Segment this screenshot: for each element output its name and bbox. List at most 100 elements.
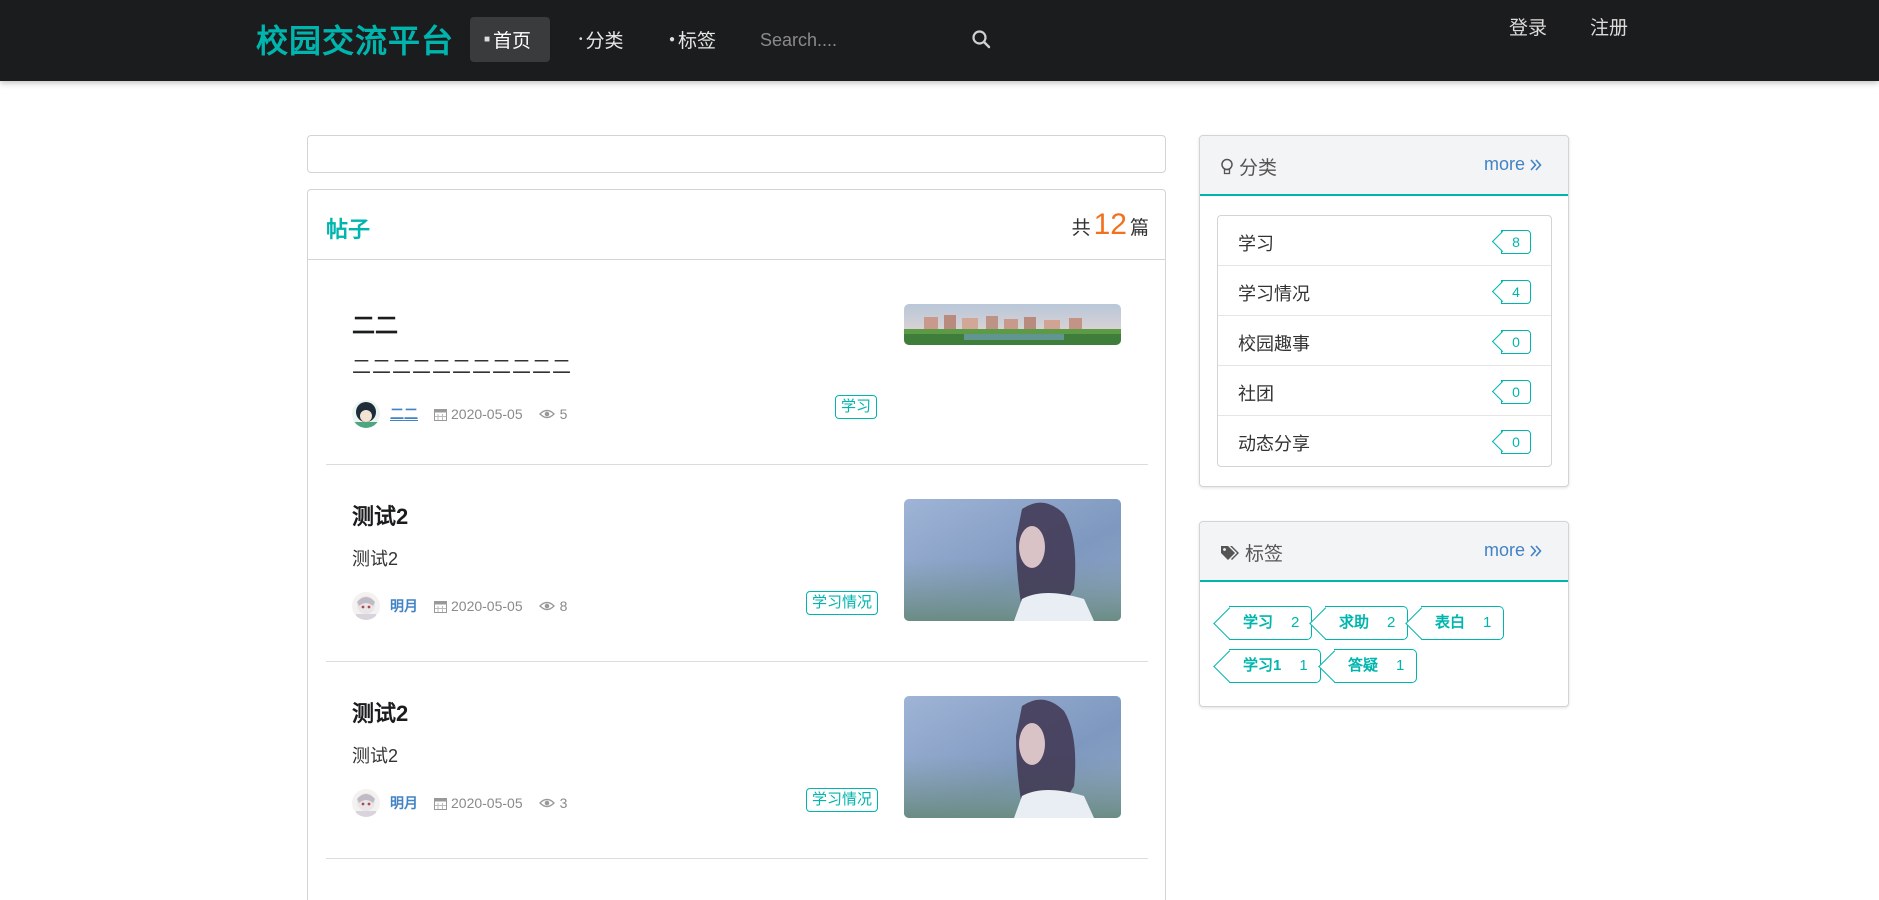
tag-panel-title-text: 标签	[1245, 544, 1284, 565]
category-count: 0	[1512, 434, 1520, 450]
post-meta: 二二 2020-05-05 5	[352, 400, 567, 428]
top-navbar: 校园交流平台 ■ 首页 • 分类 ● 标签 登录 注册	[0, 0, 1879, 81]
post-category-tag[interactable]: 学习情况	[806, 591, 879, 615]
double-chevron-right-icon	[1530, 158, 1542, 171]
tag-name: 表白	[1435, 614, 1466, 631]
category-count-badge: 4	[1501, 280, 1531, 304]
category-count-badge: 8	[1501, 230, 1531, 254]
category-item[interactable]: 动态分享 0	[1218, 416, 1551, 466]
posts-count-prefix: 共	[1071, 218, 1091, 239]
notice-bar	[307, 135, 1166, 173]
eye-icon	[538, 409, 555, 419]
post-description: 二二二二二二二二二二二	[352, 357, 573, 378]
posts-count-number: 12	[1093, 208, 1127, 241]
category-count-badge: 0	[1501, 330, 1531, 354]
post-author[interactable]: 明月	[390, 793, 418, 813]
tag-chip[interactable]: 求助 2	[1325, 606, 1409, 640]
post-item[interactable]: 测试2 测试2 明月 2020-05-05 3 学习情况	[326, 662, 1148, 859]
nav-category[interactable]: • 分类	[565, 17, 638, 62]
post-meta: 明月 2020-05-05 3	[352, 789, 567, 817]
tag-count: 2	[1291, 614, 1300, 631]
category-item[interactable]: 学习情况 4	[1218, 266, 1551, 316]
category-name: 学习	[1238, 234, 1274, 254]
post-author[interactable]: 明月	[390, 596, 418, 616]
search-input[interactable]	[760, 24, 990, 56]
double-chevron-right-icon	[1530, 544, 1542, 557]
post-date: 2020-05-05	[451, 598, 523, 614]
post-title[interactable]: 测试2	[352, 696, 408, 728]
post-category-tag[interactable]: 学习情况	[806, 788, 879, 812]
tag-name: 答疑	[1348, 657, 1379, 674]
post-title[interactable]: 测试2	[352, 499, 408, 531]
category-panel: 分类 more 学习 8 学习情况 4 校园趣事 0 社团 0 动态分享 0	[1199, 135, 1569, 487]
home-icon: ■	[484, 34, 491, 45]
post-thumbnail[interactable]	[904, 696, 1121, 818]
eye-icon	[538, 601, 555, 611]
brand-logo[interactable]: 校园交流平台	[256, 20, 454, 62]
posts-header: 帖子 共 12 篇	[308, 190, 1165, 260]
tag-chip[interactable]: 表白 1	[1421, 606, 1505, 640]
tags-icon	[1221, 545, 1239, 560]
category-item[interactable]: 学习 8	[1218, 216, 1551, 266]
tag-name: 学习	[1243, 614, 1274, 631]
category-count-badge: 0	[1501, 430, 1531, 454]
tag-panel-title: 标签	[1220, 539, 1283, 566]
tag-chip[interactable]: 学习1 1	[1229, 649, 1321, 683]
category-name: 动态分享	[1238, 434, 1310, 454]
post-thumbnail[interactable]	[904, 304, 1121, 345]
post-views: 5	[559, 406, 568, 422]
tag-panel-header: 标签 more	[1200, 522, 1568, 582]
tag-name: 学习1	[1243, 657, 1282, 674]
post-date: 2020-05-05	[451, 795, 523, 811]
register-link[interactable]: 注册	[1590, 16, 1628, 42]
calendar-icon	[434, 408, 447, 421]
category-count: 4	[1512, 284, 1520, 300]
post-author[interactable]: 二二	[390, 404, 418, 424]
calendar-icon	[434, 797, 447, 810]
category-panel-header: 分类 more	[1200, 136, 1568, 196]
avatar[interactable]	[352, 400, 380, 428]
tag-chip[interactable]: 答疑 1	[1334, 649, 1418, 683]
tag-count: 1	[1299, 657, 1308, 674]
category-count: 0	[1512, 334, 1520, 350]
post-item[interactable]: 测试2 测试2 明月 2020-05-05 8 学习情况	[326, 465, 1148, 662]
tag-count: 1	[1396, 657, 1405, 674]
category-count: 8	[1512, 234, 1520, 250]
search-icon[interactable]	[971, 29, 991, 49]
category-item[interactable]: 校园趣事 0	[1218, 316, 1551, 366]
category-count: 0	[1512, 384, 1520, 400]
category-item[interactable]: 社团 0	[1218, 366, 1551, 416]
category-more-label: more	[1483, 154, 1525, 174]
posts-count-suffix: 篇	[1129, 218, 1149, 239]
tag-chip[interactable]: 学习 2	[1229, 606, 1313, 640]
calendar-icon	[434, 600, 447, 613]
post-item[interactable]: 二二 二二二二二二二二二二二 二二 2020-05-05 5 学习	[326, 260, 1148, 465]
login-link[interactable]: 登录	[1509, 16, 1547, 42]
tag-panel: 标签 more 学习 2 求助 2 表白 1 学习1 1 答疑 1	[1199, 521, 1569, 707]
lightbulb-icon	[1221, 158, 1233, 174]
post-thumbnail[interactable]	[904, 499, 1121, 621]
category-name: 校园趣事	[1238, 334, 1310, 354]
category-more-link[interactable]: more	[1484, 154, 1542, 175]
post-category-tag[interactable]: 学习	[835, 395, 878, 419]
nav-tags[interactable]: ● 标签	[655, 17, 730, 62]
post-title[interactable]: 二二	[352, 306, 398, 340]
avatar[interactable]	[352, 789, 380, 817]
tags-icon: ●	[669, 34, 676, 45]
tag-more-label: more	[1483, 540, 1525, 560]
tag-count: 1	[1483, 614, 1492, 631]
category-panel-title: 分类	[1220, 153, 1277, 180]
avatar[interactable]	[352, 592, 380, 620]
tag-more-link[interactable]: more	[1484, 540, 1542, 561]
lightbulb-icon: •	[579, 34, 583, 45]
eye-icon	[538, 798, 555, 808]
category-list: 学习 8 学习情况 4 校园趣事 0 社团 0 动态分享 0	[1217, 215, 1552, 467]
tag-count: 2	[1387, 614, 1396, 631]
posts-count: 共 12 篇	[1072, 208, 1149, 242]
category-panel-title-text: 分类	[1239, 158, 1278, 179]
category-name: 社团	[1238, 384, 1274, 404]
nav-home[interactable]: ■ 首页	[470, 17, 550, 62]
posts-panel: 帖子 共 12 篇 二二 二二二二二二二二二二二 二二 2020-05-05 5…	[307, 189, 1166, 900]
category-count-badge: 0	[1501, 380, 1531, 404]
nav-home-label: 首页	[493, 31, 532, 52]
